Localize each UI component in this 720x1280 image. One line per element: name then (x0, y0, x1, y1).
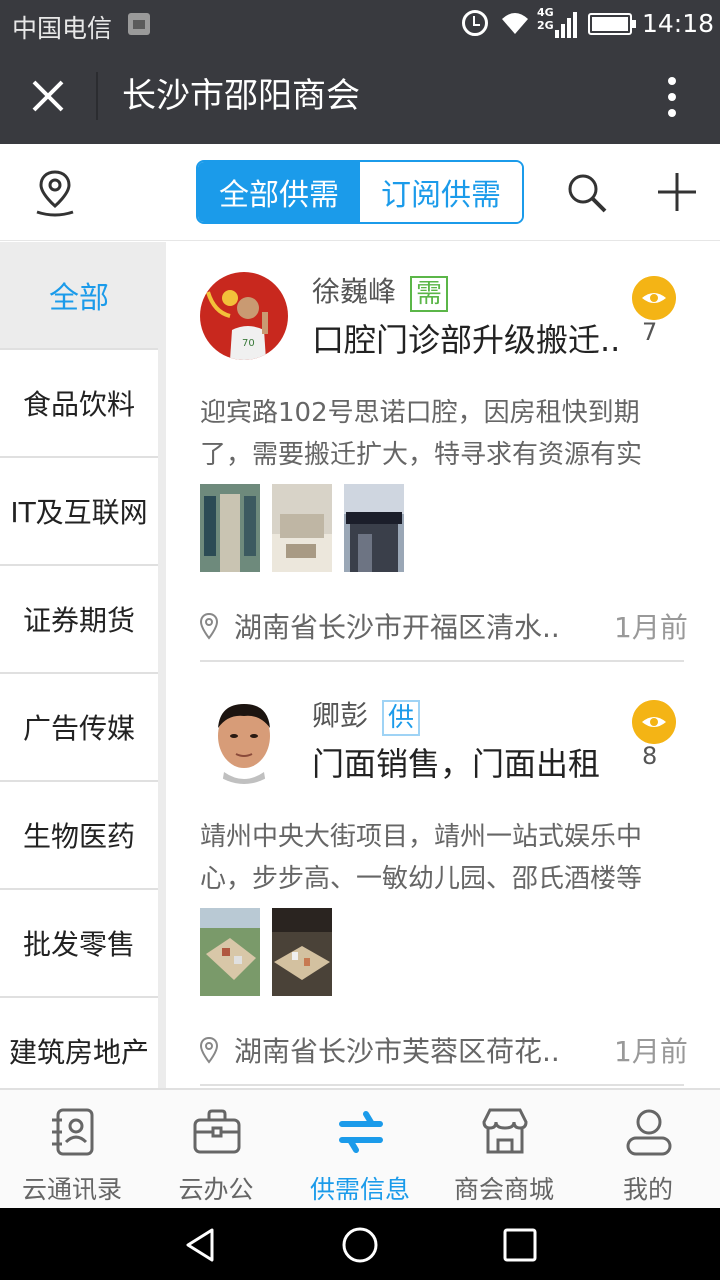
home-icon[interactable] (341, 1226, 379, 1264)
tab-subscribed-supply-demand[interactable]: 订阅供需 (360, 162, 522, 222)
photo-thumbnail[interactable] (200, 908, 260, 996)
network-type-label: 4G 2G (537, 6, 554, 32)
avatar[interactable] (200, 696, 288, 784)
author-name: 卿彭 (312, 699, 369, 732)
more-icon[interactable] (664, 76, 680, 118)
eye-icon (632, 276, 676, 320)
sidebar-item-securities-futures[interactable]: 证券期货 (0, 566, 158, 674)
filter-toolbar: 全部供需 订阅供需 (0, 144, 720, 241)
signal-icon (555, 12, 577, 38)
briefcase-icon (193, 1109, 241, 1154)
sidebar-rail (158, 242, 166, 1088)
sim-notification-icon (128, 13, 150, 35)
status-bar: 中国电信 4G 2G 14:18 (0, 0, 720, 48)
svg-text:70: 70 (242, 338, 255, 349)
author-name: 徐巍峰 (312, 275, 397, 308)
avatar-image (200, 696, 288, 784)
post-description: 迎宾路102号思诺口腔，因房租快到期了，需要搬迁扩大，特寻求有资源有实 (200, 398, 643, 470)
profile-icon (626, 1109, 672, 1156)
contacts-icon (52, 1108, 94, 1156)
wifi-icon (502, 13, 528, 34)
divider (200, 660, 684, 662)
sidebar-item-biomedicine[interactable]: 生物医药 (0, 782, 158, 890)
search-icon[interactable] (565, 171, 609, 215)
photo-thumbnail[interactable] (200, 484, 260, 572)
map-pin-icon (199, 1036, 219, 1064)
tab-label: 云通讯录 (21, 1175, 122, 1204)
sidebar-item-it-internet[interactable]: IT及互联网 (0, 458, 158, 566)
supply-demand-list: 70 徐巍峰 需 口腔门诊部升级搬迁.. 7 迎宾路102号思诺口腔，因房租快到… (166, 242, 720, 1088)
post-time: 1月前 (614, 1035, 688, 1068)
tab-cloud-office[interactable]: 云办公 (144, 1090, 288, 1208)
supply-tag: 供 (382, 700, 421, 736)
post-title: 门面销售，门面出租 (312, 745, 601, 783)
view-count: 7 (642, 318, 658, 346)
tab-label: 云办公 (178, 1175, 254, 1204)
sidebar-item-all[interactable]: 全部 (0, 242, 158, 350)
post-address: 湖南省长沙市开福区清水.. (234, 611, 560, 644)
location-icon[interactable] (33, 168, 77, 218)
close-icon[interactable] (28, 76, 68, 116)
avatar-image: 70 (200, 272, 288, 360)
tab-chamber-store[interactable]: 商会商城 (432, 1090, 576, 1208)
divider (200, 1084, 684, 1086)
photo-thumbnail[interactable] (272, 484, 332, 572)
tab-contacts[interactable]: 云通讯录 (0, 1090, 144, 1208)
battery-icon (588, 13, 636, 35)
sidebar-item-real-estate[interactable]: 建筑房地产 (0, 998, 158, 1088)
exchange-icon (339, 1111, 383, 1153)
alarm-icon (462, 10, 488, 36)
sidebar-item-advertising-media[interactable]: 广告传媒 (0, 674, 158, 782)
eye-icon (632, 700, 676, 744)
avatar[interactable]: 70 (200, 272, 288, 360)
tab-profile[interactable]: 我的 (576, 1090, 720, 1208)
view-count: 8 (642, 742, 658, 770)
page-title: 长沙市邵阳商会 (122, 76, 360, 116)
tab-supply-demand[interactable]: 供需信息 (288, 1090, 432, 1208)
bottom-tab-bar: 云通讯录 云办公 供需信息 商会商城 我的 (0, 1088, 720, 1208)
list-item[interactable]: 70 徐巍峰 需 口腔门诊部升级搬迁.. 7 迎宾路102号思诺口腔，因房租快到… (166, 242, 720, 666)
sidebar-item-wholesale-retail[interactable]: 批发零售 (0, 890, 158, 998)
plus-icon[interactable] (656, 171, 698, 213)
sidebar-item-food-beverage[interactable]: 食品饮料 (0, 350, 158, 458)
title-divider (96, 72, 98, 120)
image-gallery (200, 908, 332, 996)
carrier-label: 中国电信 (12, 14, 113, 43)
photo-thumbnail[interactable] (272, 908, 332, 996)
need-tag: 需 (410, 276, 449, 312)
back-icon[interactable] (182, 1226, 220, 1264)
clock: 14:18 (642, 9, 715, 38)
tab-label: 商会商城 (453, 1175, 554, 1204)
tab-all-supply-demand[interactable]: 全部供需 (198, 162, 360, 222)
post-time: 1月前 (614, 611, 688, 644)
photo-thumbnail[interactable] (344, 484, 404, 572)
title-bar: 长沙市邵阳商会 (0, 48, 720, 144)
post-description: 靖州中央大街项目，靖州一站式娱乐中心，步步高、一敏幼儿园、邵氏酒楼等 (200, 822, 643, 894)
map-pin-icon (199, 612, 219, 640)
tab-label: 供需信息 (309, 1175, 410, 1204)
category-sidebar: 全部 食品饮料 IT及互联网 证券期货 广告传媒 生物医药 批发零售 建筑房地产 (0, 242, 166, 1088)
post-address: 湖南省长沙市芙蓉区荷花.. (234, 1035, 560, 1068)
image-gallery (200, 484, 404, 572)
store-icon (482, 1108, 528, 1154)
recents-icon[interactable] (501, 1226, 539, 1264)
tab-label: 我的 (622, 1175, 673, 1204)
supply-demand-segment: 全部供需 订阅供需 (196, 160, 524, 224)
system-navigation-bar (0, 1208, 720, 1280)
list-item[interactable]: 卿彭 供 门面销售，门面出租 8 靖州中央大街项目，靖州一站式娱乐中心，步步高、… (166, 666, 720, 1088)
post-title: 口腔门诊部升级搬迁.. (312, 321, 621, 359)
